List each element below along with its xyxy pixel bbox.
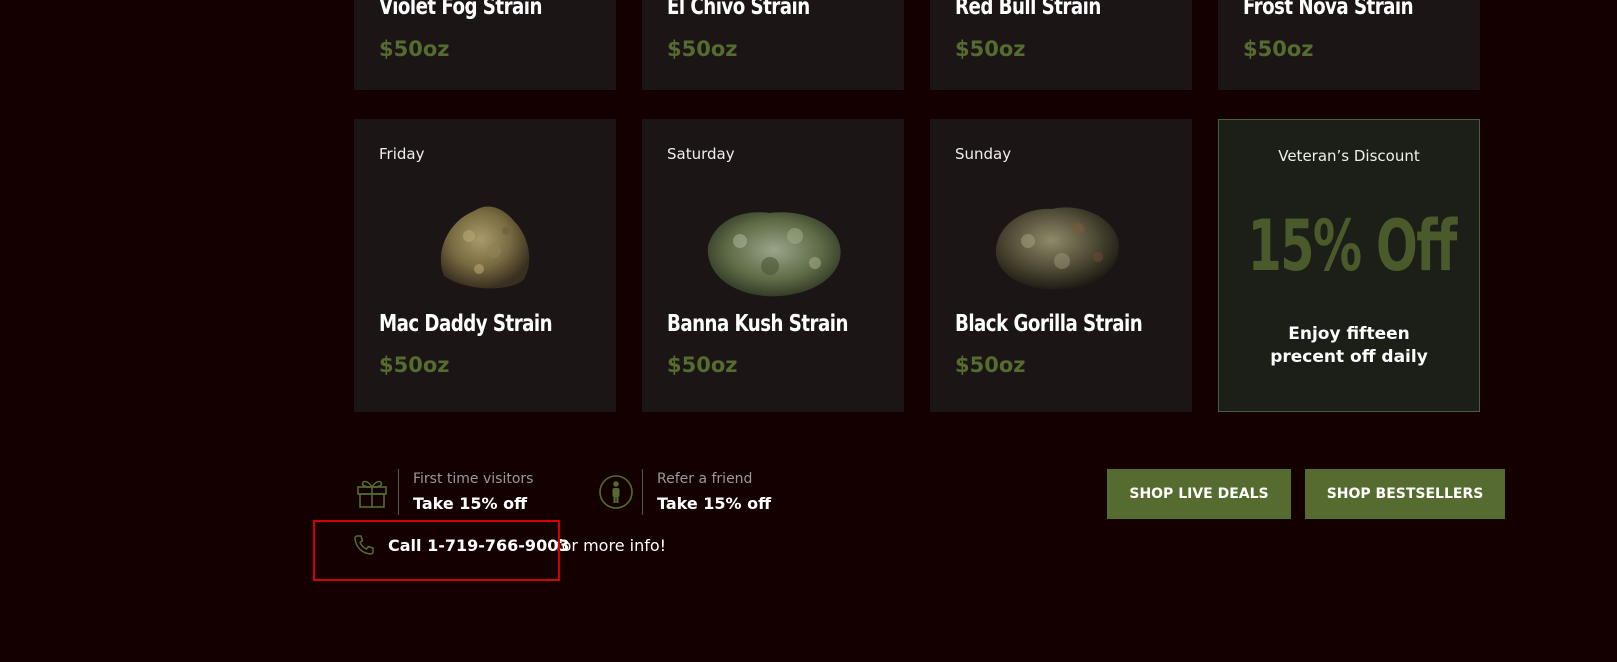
- product-card-el-chivo[interactable]: El Chivo Strain $50oz: [642, 0, 904, 90]
- veterans-discount-description: Enjoy fifteen precent off daily: [1270, 324, 1428, 367]
- product-image[interactable]: [700, 201, 845, 301]
- highlight-box: [313, 520, 560, 581]
- veterans-discount-title: Veteran’s Discount: [1278, 147, 1420, 165]
- product-name[interactable]: Banna Kush Strain: [667, 311, 848, 337]
- product-card-violet-fog[interactable]: Violet Fog Strain $50oz: [354, 0, 616, 90]
- product-name[interactable]: Red Bull Strain: [955, 0, 1101, 20]
- veterans-discount-amount: 15% Off: [1247, 205, 1458, 287]
- deal-card-saturday[interactable]: Saturday Banna Kush Strain $50oz: [642, 119, 904, 412]
- product-price: $50oz: [1243, 37, 1314, 61]
- promo-label: First time visitors: [413, 471, 534, 487]
- deal-day: Sunday: [955, 145, 1012, 163]
- promo-value: Take 15% off: [413, 494, 528, 513]
- shop-live-deals-button[interactable]: SHOP LIVE DEALS: [1107, 469, 1291, 519]
- product-image[interactable]: [424, 191, 544, 301]
- promo-divider: [398, 469, 399, 515]
- product-name[interactable]: Mac Daddy Strain: [379, 311, 553, 337]
- product-card-frost-nova[interactable]: Frost Nova Strain $50oz: [1218, 0, 1480, 90]
- product-price: $50oz: [667, 353, 738, 377]
- promo-value: Take 15% off: [657, 494, 772, 513]
- product-image[interactable]: [990, 199, 1125, 294]
- product-price: $50oz: [379, 37, 450, 61]
- product-name[interactable]: Black Gorilla Strain: [955, 311, 1143, 337]
- promo-first-time: First time visitors Take 15% off: [354, 469, 554, 515]
- deal-card-friday[interactable]: Friday Mac Daddy Strain $50oz: [354, 119, 616, 412]
- product-price: $50oz: [955, 353, 1026, 377]
- product-name[interactable]: Frost Nova Strain: [1243, 0, 1414, 20]
- product-price: $50oz: [955, 37, 1026, 61]
- call-suffix: for more info!: [556, 536, 667, 555]
- product-price: $50oz: [667, 37, 738, 61]
- promo-refer-friend: Refer a friend Take 15% off: [598, 469, 798, 515]
- shop-bestsellers-button[interactable]: SHOP BESTSELLERS: [1305, 469, 1505, 519]
- deal-card-sunday[interactable]: Sunday Black Gorilla Strain $50oz: [930, 119, 1192, 412]
- promo-divider: [642, 469, 643, 515]
- person-icon: [599, 475, 633, 509]
- gift-icon: [357, 480, 387, 508]
- veterans-discount-card: Veteran’s Discount 15% Off Enjoy fifteen…: [1218, 119, 1480, 412]
- promo-label: Refer a friend: [657, 471, 753, 487]
- product-price: $50oz: [379, 353, 450, 377]
- product-name[interactable]: Violet Fog Strain: [379, 0, 542, 20]
- deal-day: Friday: [379, 145, 425, 163]
- product-name[interactable]: El Chivo Strain: [667, 0, 810, 20]
- product-card-red-bull[interactable]: Red Bull Strain $50oz: [930, 0, 1192, 90]
- deal-day: Saturday: [667, 145, 735, 163]
